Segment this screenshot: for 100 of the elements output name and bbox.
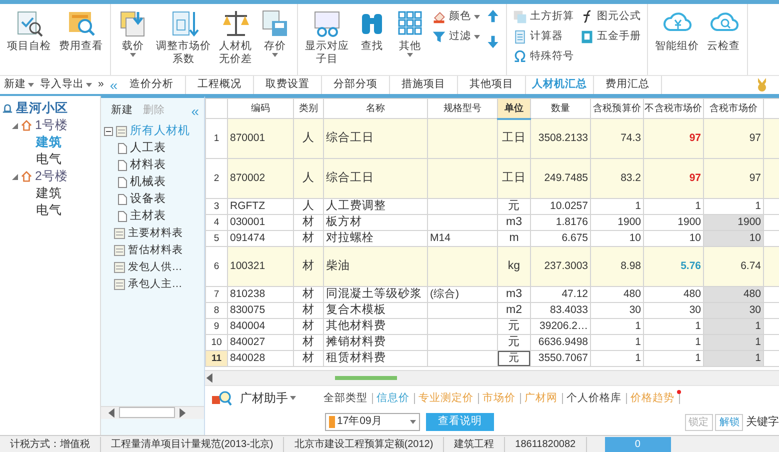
period-dropdown[interactable]: 17年09月 bbox=[325, 413, 420, 431]
toolbar-button[interactable]: 图元公式 bbox=[578, 8, 643, 26]
column-header[interactable]: 类别 bbox=[294, 98, 324, 118]
row-number[interactable]: 5 bbox=[206, 230, 228, 246]
row-number[interactable]: 4 bbox=[206, 214, 228, 230]
row-number[interactable]: 9 bbox=[206, 318, 228, 334]
scroll-right-icon bbox=[177, 406, 187, 418]
toolbar-button[interactable]: 云检查 bbox=[704, 6, 743, 56]
table-cell: 249.7485 bbox=[530, 158, 590, 198]
table-cell: 030001 bbox=[228, 214, 294, 230]
toolbar-button[interactable]: 查找 bbox=[354, 6, 390, 56]
row-number[interactable]: 2 bbox=[206, 158, 228, 198]
more-button[interactable]: » bbox=[97, 77, 105, 93]
column-header[interactable]: 含税市场价 bbox=[704, 98, 764, 118]
table-cell: 材 bbox=[294, 214, 324, 230]
tree-item[interactable]: 1号楼 bbox=[2, 117, 98, 134]
tab[interactable]: 造价分析 bbox=[118, 76, 186, 94]
table-cell: 1 bbox=[590, 334, 644, 350]
table-cell: 工日 bbox=[498, 158, 530, 198]
table-cell: 综合工日 bbox=[324, 118, 428, 158]
status-text: 18611820082 bbox=[505, 436, 587, 452]
tree-item[interactable]: 承包人主… bbox=[104, 276, 204, 293]
table-cell: 元 bbox=[498, 350, 530, 366]
toolbar-button[interactable]: 计算器 bbox=[511, 28, 576, 46]
tree-item[interactable]: 电气 bbox=[2, 151, 98, 168]
table-cell: 47.12 bbox=[530, 286, 590, 302]
toolbar-button[interactable]: 项目自检 bbox=[4, 6, 54, 56]
tree-item[interactable]: 主材表 bbox=[104, 208, 204, 225]
row-number[interactable]: 1 bbox=[206, 118, 228, 158]
row-number[interactable]: 3 bbox=[206, 198, 228, 214]
toolbar-button[interactable]: 人材机 无价差 bbox=[216, 6, 255, 68]
table-cell: 复合木模板 bbox=[324, 302, 428, 318]
column-header[interactable]: 数量 bbox=[530, 98, 590, 118]
menu-button[interactable]: 新建 bbox=[3, 77, 35, 93]
tab[interactable]: 工程概况 bbox=[186, 76, 254, 94]
row-number[interactable]: 7 bbox=[206, 286, 228, 302]
row-number[interactable]: 6 bbox=[206, 246, 228, 286]
toolbar-button[interactable]: 颜色 bbox=[430, 8, 482, 26]
table-cell: m3 bbox=[498, 286, 530, 302]
table-cell: 810238 bbox=[228, 286, 294, 302]
counter-badge: 0 bbox=[604, 436, 671, 452]
column-header[interactable]: 编码 bbox=[228, 98, 294, 118]
keyword-label: 关键字 bbox=[746, 414, 779, 430]
table-cell: 83.4033 bbox=[530, 302, 590, 318]
toolbar-button[interactable]: 显示对应 子目 bbox=[302, 6, 352, 68]
column-header[interactable]: 含税预算价 bbox=[590, 98, 644, 118]
toolbar-button[interactable]: 五金手册 bbox=[578, 28, 643, 46]
tree-item[interactable]: 设备表 bbox=[104, 190, 204, 208]
column-header[interactable]: 不含税市场价 bbox=[644, 98, 704, 118]
page-icon bbox=[118, 210, 127, 222]
toolbar-button[interactable]: 智能组价 bbox=[652, 6, 702, 56]
toolbar-button[interactable]: 特殊符号 bbox=[511, 48, 576, 66]
menu-button[interactable]: 导入导出 bbox=[39, 77, 93, 93]
search-icon bbox=[211, 390, 233, 406]
toolbar-button[interactable]: 其他 bbox=[392, 6, 428, 60]
status-text: 北京市建设工程预算定额(2012) bbox=[284, 436, 444, 452]
toolbar-button[interactable]: 新建 bbox=[110, 103, 134, 119]
tab[interactable]: 取费设置 bbox=[254, 76, 322, 94]
tree-item[interactable]: 人工表 bbox=[104, 140, 204, 157]
table-cell: 1900 bbox=[704, 214, 764, 230]
splitter-handle[interactable] bbox=[335, 376, 397, 380]
table-cell: 人工费调整 bbox=[324, 198, 428, 214]
toolbar-button[interactable]: 存价 bbox=[257, 6, 293, 60]
toolbar-button[interactable]: 土方折算 bbox=[511, 8, 576, 26]
table-cell: kg bbox=[498, 246, 530, 286]
tree-item[interactable]: 机械表 bbox=[104, 174, 204, 191]
row-number[interactable]: 10 bbox=[206, 334, 228, 350]
tree-item[interactable]: 建筑 bbox=[2, 185, 98, 202]
report-icon bbox=[114, 278, 125, 290]
tree-item[interactable]: 星河小区 bbox=[2, 100, 98, 117]
tab[interactable]: 分部分项 bbox=[322, 76, 390, 94]
filter-tab[interactable]: 个人价格库 bbox=[562, 392, 626, 404]
toolbar-button[interactable]: 过滤 bbox=[430, 28, 482, 46]
tree-item[interactable]: 发包人供… bbox=[104, 258, 204, 276]
column-header[interactable]: 名称 bbox=[324, 98, 428, 118]
tab[interactable]: 措施项目 bbox=[390, 76, 458, 94]
filter-tab[interactable]: 全部类型 bbox=[320, 392, 372, 404]
assistant-menu[interactable]: 广材助手 bbox=[239, 389, 297, 407]
table-cell: 480 bbox=[590, 286, 644, 302]
tree-item[interactable]: 电气 bbox=[2, 202, 98, 219]
row-number[interactable]: 8 bbox=[206, 302, 228, 318]
tree-item[interactable]: 暂估材料表 bbox=[104, 242, 204, 259]
toolbar-button[interactable]: 调整市场价 系数 bbox=[153, 6, 214, 68]
column-header[interactable]: 单位 bbox=[498, 98, 530, 118]
tree-item[interactable]: 主要材料表 bbox=[104, 224, 204, 242]
table-cell: (综合) bbox=[428, 286, 498, 302]
toolbar-button[interactable]: 费用查看 bbox=[56, 6, 106, 56]
tree-item[interactable]: 2号楼 bbox=[2, 168, 98, 185]
tree-item[interactable]: 材料表 bbox=[104, 156, 204, 174]
scroll-left-icon bbox=[107, 406, 117, 418]
tab[interactable]: 其他项目 bbox=[458, 76, 526, 94]
scrollbar-thumb[interactable] bbox=[119, 407, 175, 418]
row-number[interactable]: 11 bbox=[206, 350, 228, 366]
toolbar-button[interactable]: 载价 bbox=[115, 6, 151, 60]
tab[interactable]: 费用汇总 bbox=[594, 76, 662, 94]
column-header[interactable]: 规格型号 bbox=[428, 98, 498, 118]
table-cell: 工日 bbox=[498, 118, 530, 158]
page-icon bbox=[118, 176, 127, 188]
table-cell: 1 bbox=[704, 334, 764, 350]
table-cell: 830075 bbox=[228, 302, 294, 318]
